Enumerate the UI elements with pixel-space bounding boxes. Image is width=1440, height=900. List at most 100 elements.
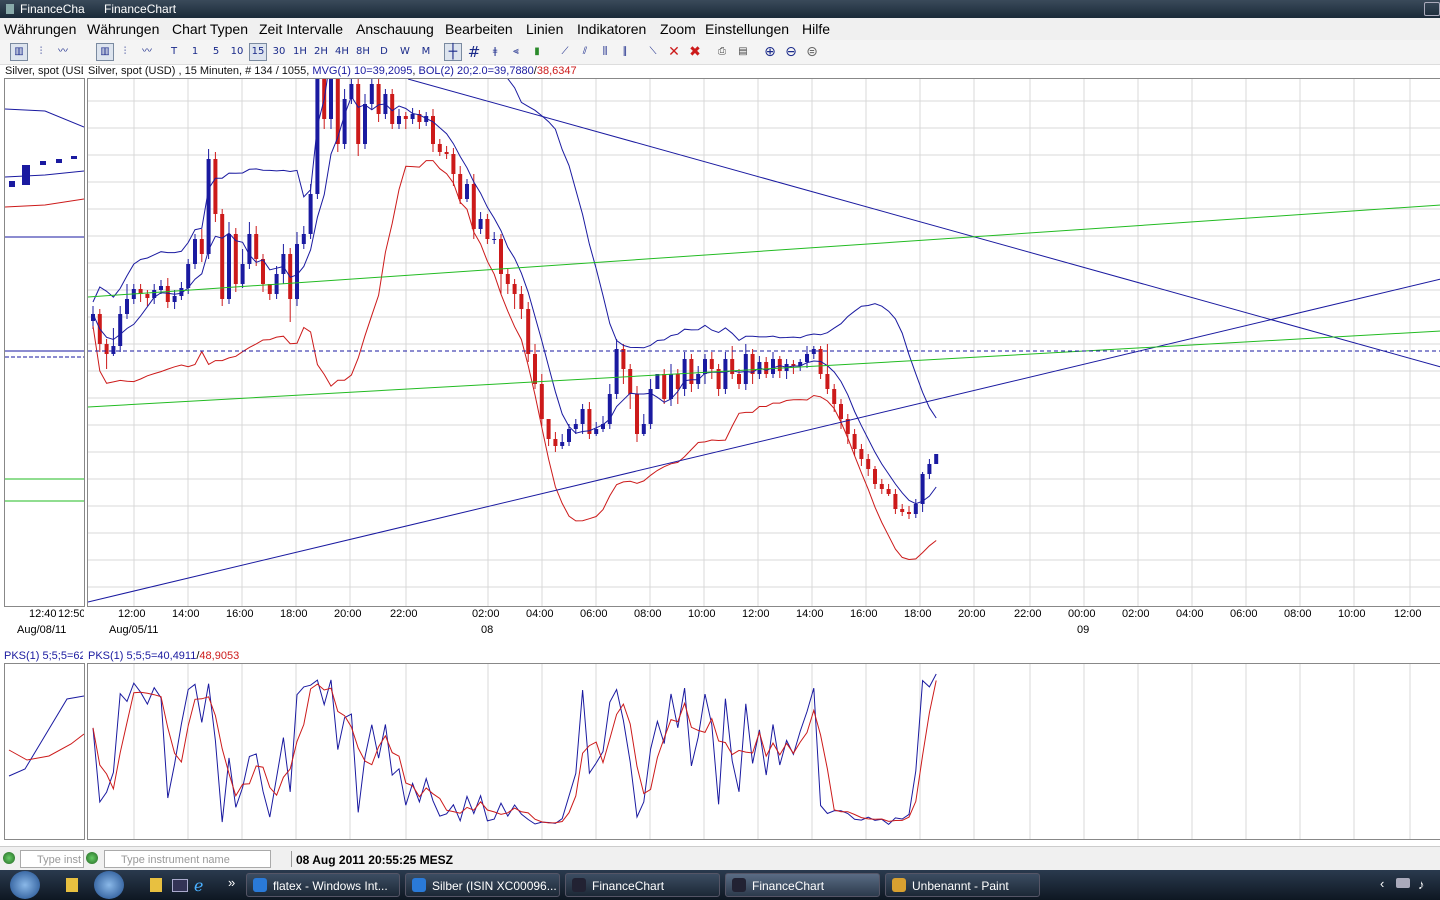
tray-arrow-icon[interactable]: ‹ — [1380, 876, 1384, 891]
candle-body — [893, 494, 898, 509]
zoom-out-icon[interactable]: ⊖ — [782, 43, 800, 61]
draw-fibonacci-icon[interactable]: ⫼ — [596, 43, 614, 61]
search-input-small[interactable]: Type inst — [20, 850, 84, 868]
menu-waehrungen-2[interactable]: Währungen — [87, 21, 159, 37]
task-paint[interactable]: Unbenannt - Paint — [885, 873, 1040, 897]
interval-8h[interactable]: 8H — [354, 43, 372, 61]
print-icon[interactable]: ⎙ — [713, 43, 731, 61]
interval-1[interactable]: 1 — [186, 43, 204, 61]
interval-d[interactable]: D — [375, 43, 393, 61]
draw-channel-icon[interactable]: ⫽ — [576, 43, 594, 61]
interval-t[interactable]: T — [165, 43, 183, 61]
interval-m[interactable]: M — [417, 43, 435, 61]
menu-hilfe[interactable]: Hilfe — [802, 21, 830, 37]
x-tick-label: 08:00 — [634, 608, 662, 620]
main-chart[interactable] — [87, 0, 1440, 607]
draw-parallel-icon[interactable]: ∥ — [616, 43, 634, 61]
menu-zeit-intervalle[interactable]: Zeit Intervalle — [259, 21, 343, 37]
interval-w[interactable]: W — [396, 43, 414, 61]
menu-linien[interactable]: Linien — [526, 21, 563, 37]
candle-body — [111, 346, 116, 354]
x-tick-label: 04:00 — [1176, 608, 1204, 620]
x-tick-label: 16:00 — [226, 608, 254, 620]
candle-body — [199, 239, 204, 254]
candle-body — [839, 404, 843, 419]
more-icon[interactable]: » — [228, 875, 235, 890]
menu-anschauung[interactable]: Anschauung — [356, 21, 434, 37]
candle-chart-icon[interactable]: ▥ — [10, 43, 28, 61]
x-tick-label: 10:00 — [688, 608, 716, 620]
menu-waehrungen-1[interactable]: Währungen — [4, 21, 76, 37]
search-input[interactable]: Type instrument name — [104, 850, 271, 868]
tray-network-icon[interactable] — [1396, 878, 1410, 888]
line-chart-icon[interactable]: 〰 — [54, 43, 72, 61]
x-tick-label: 18:00 — [904, 608, 932, 620]
menu-zoom[interactable]: Zoom — [660, 21, 696, 37]
draw-line-icon[interactable]: ⟋ — [556, 43, 574, 61]
osc-d-value: 48,9053 — [199, 650, 240, 662]
explorer-icon[interactable] — [66, 878, 78, 892]
interval-15[interactable]: 15 — [249, 43, 267, 61]
task-flatex[interactable]: flatex - Windows Int... — [246, 873, 400, 897]
x-tick-label: 06:00 — [580, 608, 608, 620]
candle-body — [573, 424, 578, 429]
crosshair-icon[interactable]: ┼ — [444, 43, 462, 61]
candle-body — [777, 359, 782, 371]
line-chart-2-icon[interactable]: 〰 — [138, 43, 156, 61]
window-title: FinanceChart — [104, 2, 177, 16]
bar-chart-2-icon[interactable]: ⫶ — [116, 43, 134, 61]
candle-body — [730, 359, 735, 374]
candle-chart-2-icon[interactable]: ▥ — [96, 43, 114, 61]
grid-icon[interactable]: # — [465, 43, 483, 61]
mini-candle — [71, 156, 77, 159]
oscillator-chart[interactable] — [87, 663, 1440, 840]
menu-chart-typen[interactable]: Chart Typen — [172, 21, 248, 37]
menu-bearbeiten[interactable]: Bearbeiten — [445, 21, 513, 37]
window-control-icon[interactable] — [1424, 2, 1440, 16]
start-orb-icon[interactable] — [94, 871, 124, 899]
delete-line-icon[interactable]: ✕ — [665, 43, 683, 61]
interval-2h[interactable]: 2H — [312, 43, 330, 61]
candle-body — [295, 244, 299, 299]
bar-chart-icon[interactable]: ⫶ — [32, 43, 50, 61]
delete-all-icon[interactable]: ✖ — [686, 43, 704, 61]
task-financechart-2[interactable]: FinanceChart — [725, 873, 880, 897]
task-silber[interactable]: Silber (ISIN XC00096... — [405, 873, 560, 897]
print-preview-icon[interactable]: ▤ — [734, 43, 752, 61]
tray-volume-icon[interactable]: ♪ — [1418, 877, 1425, 892]
interval-30[interactable]: 30 — [270, 43, 288, 61]
volume-icon[interactable]: ▮ — [528, 43, 546, 61]
menu-indikatoren[interactable]: Indikatoren — [577, 21, 646, 37]
desktop-icon[interactable] — [172, 879, 188, 892]
x-tick-label: 14:00 — [172, 608, 200, 620]
zoom-reset-icon[interactable]: ⊜ — [803, 43, 821, 61]
ohlc-icon[interactable]: ⫷ — [507, 43, 525, 61]
interval-4h[interactable]: 4H — [333, 43, 351, 61]
x-tick-label: 16:00 — [850, 608, 878, 620]
toolbar: ▥ ⫶ 〰 ▥ ⫶ 〰 T 1 5 10 15 30 1H 2H 4H 8H D… — [0, 40, 1440, 65]
candle-body — [621, 349, 626, 369]
candle-body — [805, 354, 809, 362]
ie-icon[interactable]: ℯ — [194, 876, 203, 895]
oscillator-svg — [92, 664, 1411, 839]
task-financechart-1[interactable]: FinanceChart — [565, 873, 720, 897]
main-chart-svg — [87, 0, 1440, 606]
status-datetime: 08 Aug 2011 20:55:25 MESZ — [296, 853, 453, 867]
select-line-icon[interactable]: ⟍ — [644, 43, 662, 61]
folder-icon[interactable] — [150, 878, 162, 892]
x-tick-label: 08:00 — [1284, 608, 1312, 620]
candle-body — [342, 99, 347, 144]
left-oscillator[interactable] — [4, 663, 85, 840]
menu-einstellungen[interactable]: Einstellungen — [705, 21, 789, 37]
start-button[interactable] — [10, 871, 40, 899]
status-ok-icon-2 — [86, 852, 98, 864]
interval-10[interactable]: 10 — [228, 43, 246, 61]
interval-5[interactable]: 5 — [207, 43, 225, 61]
taskbar: ℯ » flatex - Windows Int... Silber (ISIN… — [0, 870, 1440, 900]
candle-body — [165, 286, 170, 302]
cursor-value-icon[interactable]: ǂ — [486, 43, 504, 61]
candle-body — [118, 314, 123, 346]
left-mini-chart[interactable] — [4, 78, 85, 607]
interval-1h[interactable]: 1H — [291, 43, 309, 61]
zoom-in-icon[interactable]: ⊕ — [761, 43, 779, 61]
